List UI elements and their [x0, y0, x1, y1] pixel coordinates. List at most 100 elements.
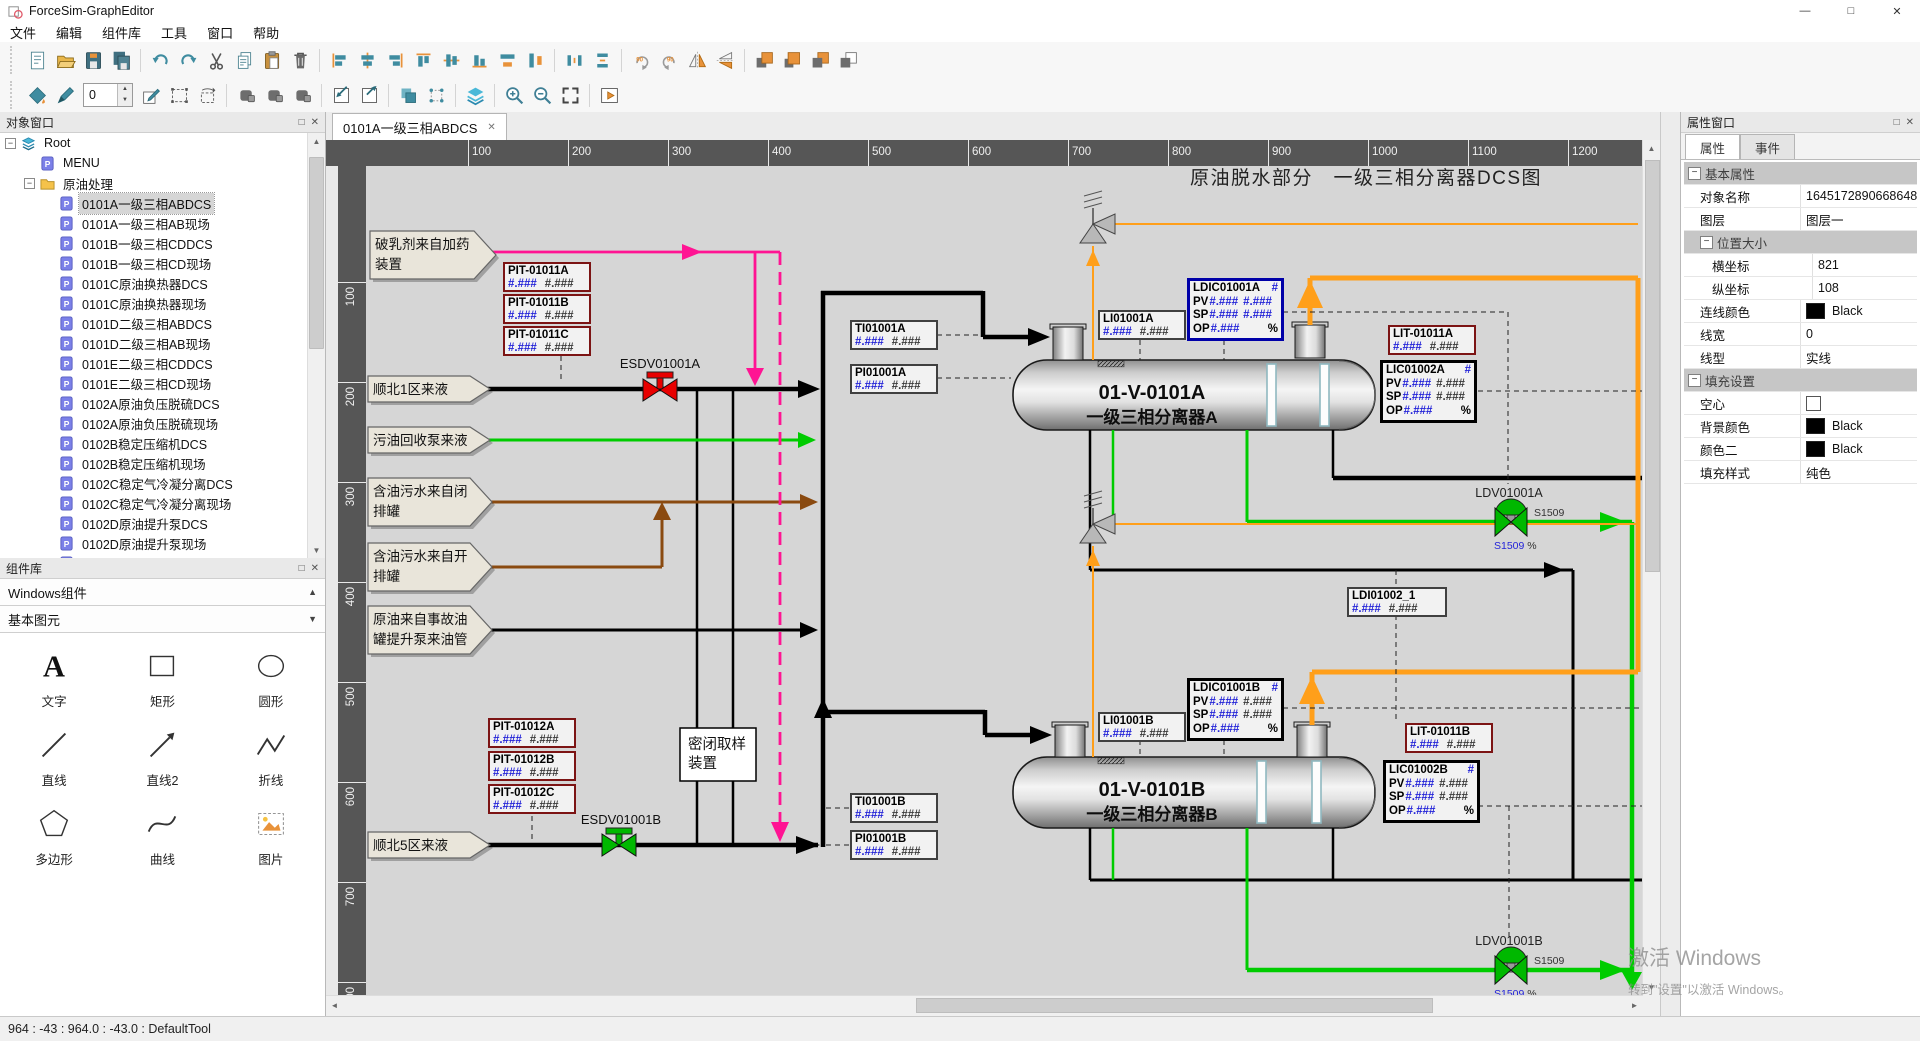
property-row[interactable]: 填充样式 纯色	[1684, 461, 1917, 484]
zoom-out-button[interactable]	[528, 82, 556, 109]
delete-button[interactable]	[286, 47, 314, 74]
library-item[interactable]: 多边形	[0, 805, 108, 868]
tree-item[interactable]: 0101E二级三相CDDCS	[0, 353, 325, 373]
flip-vertical-button[interactable]	[711, 47, 739, 74]
tree-expander[interactable]: −	[24, 178, 35, 189]
property-row[interactable]: − 位置大小	[1684, 231, 1917, 254]
library-group-windows[interactable]: Windows组件▲	[0, 579, 325, 606]
tree-item[interactable]: 0103混烃处理DCS	[0, 553, 325, 558]
tree-item[interactable]: 0101B一级三相CD现场	[0, 253, 325, 273]
group-expander[interactable]: −	[1688, 374, 1701, 387]
library-item[interactable]: 文字	[0, 647, 108, 710]
property-row[interactable]: 连线颜色 Black	[1684, 300, 1917, 323]
controller-faceplate[interactable]: LIC01002A# PV#.####.### SP#.####.### OP#…	[1380, 360, 1477, 423]
separator[interactable]	[744, 49, 745, 72]
property-value[interactable]	[1805, 369, 1917, 391]
property-row[interactable]: 横坐标 821	[1684, 254, 1917, 277]
property-row[interactable]: 对象名称 1645172890668648	[1684, 185, 1917, 208]
separator[interactable]	[494, 84, 495, 107]
property-value[interactable]: 1645172890668648	[1800, 185, 1917, 207]
separator[interactable]	[226, 84, 227, 107]
dock-close-icon[interactable]: ✕	[1906, 117, 1914, 128]
distribute-v-button[interactable]	[588, 47, 616, 74]
tree-scroll-thumb[interactable]	[309, 157, 324, 349]
menu-tools[interactable]: 工具	[151, 22, 197, 42]
zoom-in-button[interactable]	[500, 82, 528, 109]
redo-button[interactable]	[174, 47, 202, 74]
library-item[interactable]: 曲线	[108, 805, 216, 868]
dock-float-icon[interactable]: □	[299, 563, 305, 574]
ungroup-button[interactable]	[260, 82, 288, 109]
controller-faceplate[interactable]: LIC01002B# PV#.####.### SP#.####.### OP#…	[1383, 760, 1480, 823]
library-item[interactable]: 矩形	[108, 647, 216, 710]
undo-button[interactable]	[146, 47, 174, 74]
minimize-button[interactable]: —	[1782, 0, 1828, 22]
tree-item[interactable]: 0102A原油负压脱硫现场	[0, 413, 325, 433]
canvas-vscrollbar[interactable]: ▲ ▼	[1642, 140, 1660, 995]
property-row[interactable]: 图层 图层一	[1684, 208, 1917, 231]
dock-close-icon[interactable]: ✕	[311, 117, 319, 128]
send-backward-button[interactable]	[806, 47, 834, 74]
tree-item[interactable]: 0101E二级三相CD现场	[0, 373, 325, 393]
align-top-button[interactable]	[409, 47, 437, 74]
tree-item[interactable]: 0102A原油负压脱硫DCS	[0, 393, 325, 413]
tree-item[interactable]: 0101D二级三相AB现场	[0, 333, 325, 353]
open-file-button[interactable]	[51, 47, 79, 74]
separator[interactable]	[554, 49, 555, 72]
tree-item[interactable]: 0102D原油提升泵现场	[0, 533, 325, 553]
menu-window[interactable]: 窗口	[197, 22, 243, 42]
tree-scrollbar[interactable]: ▲ ▼	[307, 133, 325, 558]
regroup-button[interactable]	[288, 82, 316, 109]
property-value[interactable]	[1817, 231, 1917, 253]
controller-faceplate[interactable]: LDIC01001B# PV#.####.### SP#.####.### OP…	[1187, 678, 1284, 741]
align-right-button[interactable]	[381, 47, 409, 74]
close-button[interactable]: ✕	[1874, 0, 1920, 22]
property-row[interactable]: 空心	[1684, 392, 1917, 415]
property-value[interactable]: 108	[1812, 277, 1917, 299]
zoom-fit-button[interactable]	[556, 82, 584, 109]
drawing-canvas[interactable]: 原油脱水部分 一级三相分离器DCS图 01-V-0101A 一级三相分离器A	[366, 166, 1643, 995]
property-value[interactable]: 0	[1800, 323, 1917, 345]
menu-help[interactable]: 帮助	[243, 22, 289, 42]
run-script-button[interactable]	[595, 82, 623, 109]
tree-item[interactable]: 0101C原油换热器DCS	[0, 273, 325, 293]
scroll-right-icon[interactable]: ►	[1626, 996, 1643, 1014]
tree-item[interactable]: 0101D二级三相ABDCS	[0, 313, 325, 333]
group-expander[interactable]: −	[1700, 236, 1713, 249]
flip-horizontal-button[interactable]	[683, 47, 711, 74]
library-item[interactable]: 圆形	[217, 647, 325, 710]
canvas-hscroll-thumb[interactable]	[916, 998, 1433, 1013]
edit-vertices-button[interactable]	[137, 82, 165, 109]
property-row[interactable]: − 填充设置	[1684, 369, 1917, 392]
rotate-cw-90-button[interactable]	[627, 47, 655, 74]
property-row[interactable]: 颜色二 Black	[1684, 438, 1917, 461]
property-row[interactable]: − 基本属性	[1684, 162, 1917, 185]
tree-item[interactable]: 0101B一级三相CDDCS	[0, 233, 325, 253]
dock-close-icon[interactable]: ✕	[311, 563, 319, 574]
cut-button[interactable]	[202, 47, 230, 74]
rotate-ccw-90-button[interactable]	[655, 47, 683, 74]
scroll-up-icon[interactable]: ▲	[308, 133, 325, 149]
same-height-button[interactable]	[521, 47, 549, 74]
align-center-h-button[interactable]	[353, 47, 381, 74]
tree-expander[interactable]: −	[5, 138, 16, 149]
align-left-button[interactable]	[325, 47, 353, 74]
library-group-basic[interactable]: 基本图元▼	[0, 606, 325, 633]
property-value[interactable]	[1805, 162, 1917, 184]
tree-item[interactable]: 0102C稳定气冷凝分离现场	[0, 493, 325, 513]
copy-button[interactable]	[230, 47, 258, 74]
line-width-spinner[interactable]: 0 ▲▼	[83, 83, 133, 107]
library-item[interactable]: 直线	[0, 726, 108, 789]
controller-faceplate[interactable]: LDIC01001A# PV#.####.### SP#.####.### OP…	[1187, 278, 1284, 341]
library-item[interactable]: 折线	[217, 726, 325, 789]
menu-component-library[interactable]: 组件库	[92, 22, 151, 42]
panel-splitter[interactable]	[1660, 112, 1682, 1016]
separator[interactable]	[455, 84, 456, 107]
separator[interactable]	[321, 84, 322, 107]
send-to-back-button[interactable]	[834, 47, 862, 74]
property-row[interactable]: 线宽 0	[1684, 323, 1917, 346]
separator[interactable]	[388, 84, 389, 107]
menu-edit[interactable]: 编辑	[46, 22, 92, 42]
tree-item[interactable]: 0101A一级三相AB现场	[0, 213, 325, 233]
scroll-up-icon[interactable]: ▲	[1643, 140, 1660, 156]
